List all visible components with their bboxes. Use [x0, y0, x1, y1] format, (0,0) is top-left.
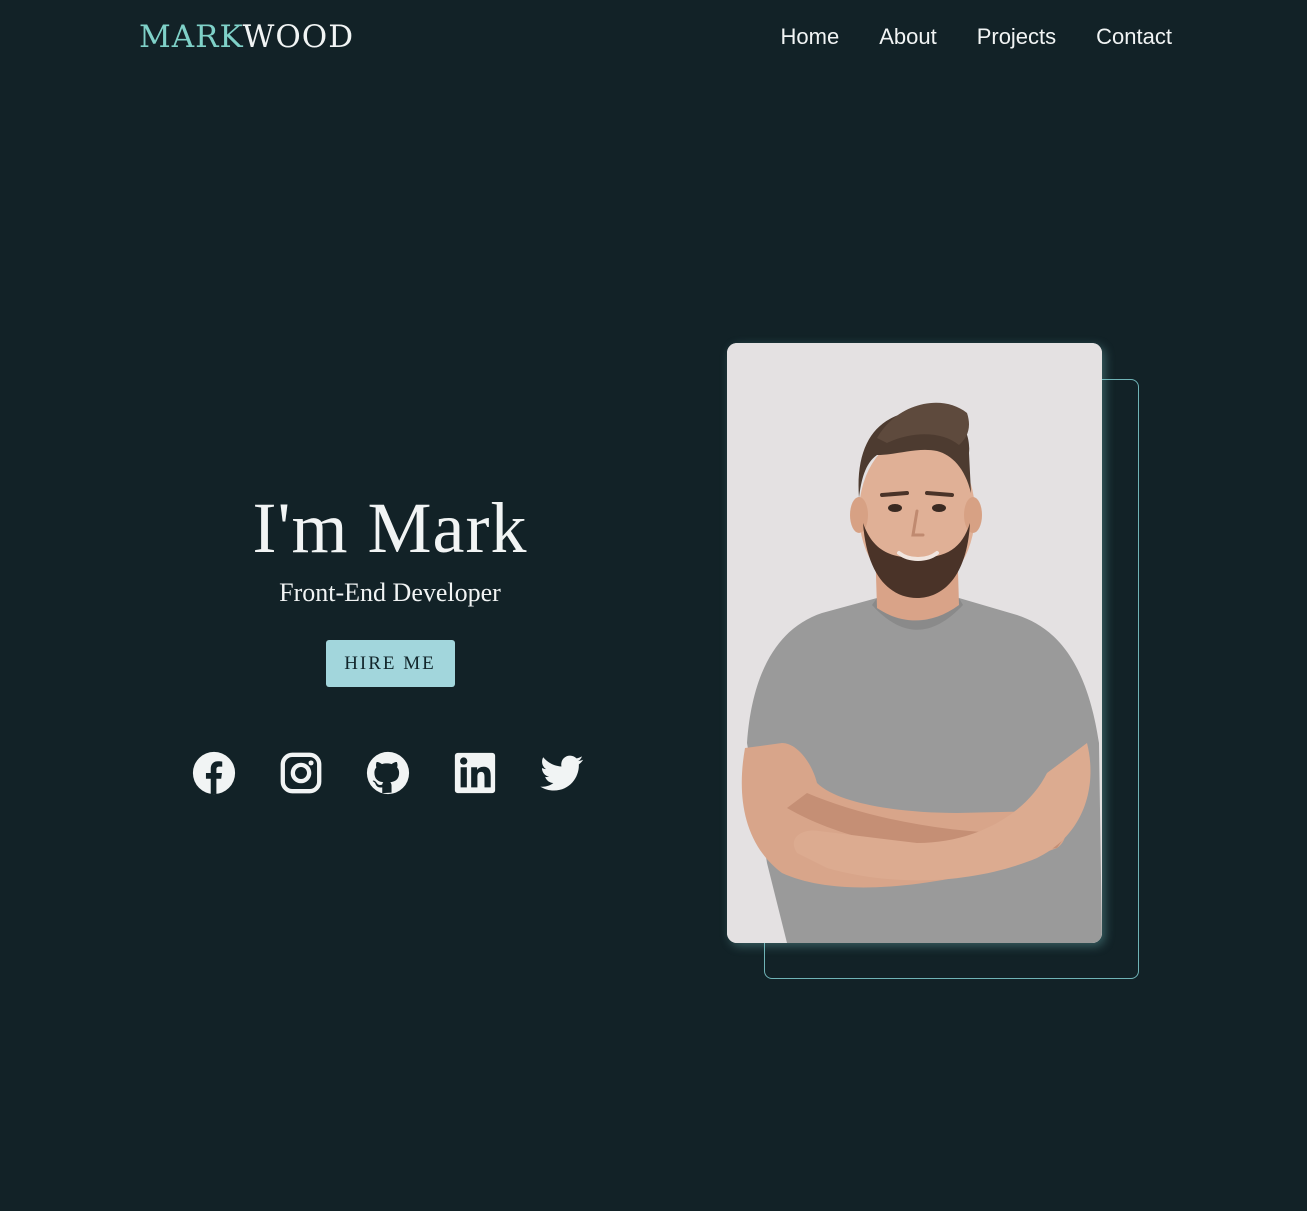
logo-second-part: WOOD	[242, 19, 355, 55]
facebook-icon[interactable]	[191, 750, 237, 796]
twitter-icon[interactable]	[539, 750, 585, 796]
hero-title: I'm Mark	[252, 488, 528, 568]
site-logo[interactable]: MARKWOOD	[139, 17, 354, 57]
github-icon[interactable]	[365, 750, 411, 796]
nav-home-link[interactable]: Home	[781, 22, 840, 52]
logo-first-part: MARK	[139, 19, 243, 55]
nav-contact-link[interactable]: Contact	[1096, 22, 1172, 52]
hero-subtitle: Front-End Developer	[279, 578, 501, 607]
main-nav: Home About Projects Contact	[781, 22, 1173, 52]
profile-photo	[727, 343, 1102, 943]
nav-about-link[interactable]: About	[879, 22, 937, 52]
social-links	[191, 750, 585, 796]
hero-intro: I'm Mark Front-End Developer HIRE ME	[140, 480, 640, 687]
instagram-icon[interactable]	[278, 750, 324, 796]
profile-photo-illustration	[727, 343, 1102, 943]
linkedin-icon[interactable]	[452, 750, 498, 796]
nav-projects-link[interactable]: Projects	[977, 22, 1056, 52]
hire-me-button[interactable]: HIRE ME	[325, 640, 455, 687]
